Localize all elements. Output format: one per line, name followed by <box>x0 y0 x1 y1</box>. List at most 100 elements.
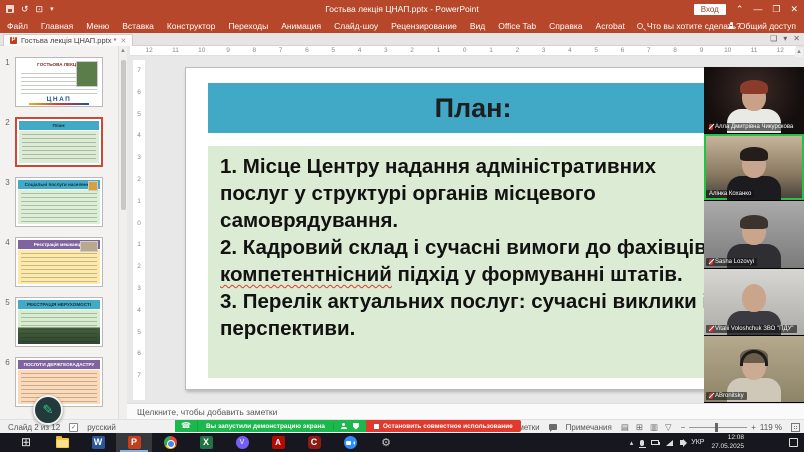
ribbon-display-options-icon[interactable]: ⌃ <box>736 4 744 15</box>
stop-share-button[interactable]: Остановить совместное использование <box>366 420 521 432</box>
ribbon-tab[interactable]: Анимация <box>281 21 321 31</box>
scroll-up-icon[interactable]: ▲ <box>119 46 127 54</box>
close-button[interactable]: ✕ <box>790 4 798 15</box>
video-tile[interactable]: Vitalii Voloshchuk ЗВО "ПДУ" <box>704 269 804 336</box>
quick-access-toolbar: ↺ ⊡ ▾ <box>0 4 54 15</box>
slide-thumbnail-5[interactable]: 5 РЕЄСТРАЦІЯ НЕРУХОМОСТІ <box>0 297 118 347</box>
slide-text-line: перспективи. <box>220 315 738 342</box>
undo-icon[interactable]: ↺ <box>21 4 29 15</box>
slide-title-banner[interactable]: План: <box>208 83 738 133</box>
slide-number: 1 <box>0 57 15 107</box>
network-icon[interactable] <box>666 440 673 446</box>
start-slideshow-icon[interactable]: ⊡ <box>36 4 44 15</box>
chrome-icon[interactable] <box>152 433 188 452</box>
viber-icon[interactable]: V <box>224 433 260 452</box>
ribbon-tab[interactable]: Главная <box>41 21 73 31</box>
speaker-icon[interactable] <box>680 440 684 445</box>
pen-icon: ✎ <box>43 402 54 418</box>
participants-icon[interactable] <box>341 423 347 429</box>
ribbon-tab[interactable]: Рецензирование <box>391 21 457 31</box>
slide-text-line: самоврядування. <box>220 207 738 234</box>
video-tile[interactable]: Алла Дмитрівна Чикурскова <box>704 67 804 134</box>
close-all-tabs-icon[interactable]: ✕ <box>793 34 800 43</box>
zoom-in-icon[interactable]: + <box>751 423 756 432</box>
participant-name-tag: Vitalii Voloshchuk ЗВО "ПДУ" <box>706 325 797 333</box>
save-icon[interactable] <box>6 5 14 13</box>
screen-share-bar: ☎ Вы запустили демонстрацию экрана Остан… <box>175 420 521 432</box>
qat-more-icon[interactable]: ▾ <box>50 5 54 13</box>
annotation-tool-button[interactable]: ✎ <box>33 395 63 425</box>
acrobat-icon[interactable]: A <box>260 433 296 452</box>
slide-thumbnail-4[interactable]: 4 Реєстрація мешканців <box>0 237 118 287</box>
view-mode-icon[interactable]: ⊞ <box>636 422 643 433</box>
settings-icon[interactable]: ⚙ <box>368 433 404 452</box>
clock[interactable]: 12:08 27.05.2025 <box>711 434 744 451</box>
ribbon-tab[interactable]: Файл <box>7 21 28 31</box>
view-mode-icon[interactable]: ▥ <box>650 422 658 433</box>
start-button[interactable]: ⊞ <box>8 433 44 452</box>
comments-toggle[interactable]: Примечания <box>566 423 612 432</box>
share-button[interactable]: Общий доступ <box>728 21 796 31</box>
comodo-icon[interactable]: C <box>296 433 332 452</box>
zoom-slider-thumb[interactable] <box>715 423 718 432</box>
slide-canvas[interactable]: План: 1. Місце Центру надання адміністра… <box>185 67 759 390</box>
slide-thumbnail-2[interactable]: 2 План: <box>0 117 118 167</box>
slide-body-textbox[interactable]: 1. Місце Центру надання адміністративних… <box>208 146 738 378</box>
excel-icon[interactable]: X <box>188 433 224 452</box>
view-mode-icon[interactable]: ▽ <box>665 422 672 433</box>
signin-button[interactable]: Вход <box>694 4 726 15</box>
document-tab[interactable]: P Гостьва лекція ЦНАП.pptx * ✕ <box>3 34 133 46</box>
thumbnail-photo <box>80 241 98 252</box>
document-tab-bar: P Гостьва лекція ЦНАП.pptx * ✕ ❏ ▾ ✕ <box>0 33 804 46</box>
slide-thumbnail-panel: 1 ГОСТЬОВА ЛЕКЦІЯ ЦНАП 2 План: <box>0 46 118 419</box>
notes-input[interactable]: Щелкните, чтобы добавить заметки <box>127 403 804 419</box>
view-mode-icon[interactable]: ▤ <box>621 422 629 433</box>
slide-text-line: компетентнісний підхід у формуванні штат… <box>220 261 738 288</box>
video-tile[interactable]: Sasha Lozovyi <box>704 201 804 268</box>
ribbon-tab[interactable]: Справка <box>549 21 582 31</box>
powerpoint-icon[interactable]: P <box>116 433 152 452</box>
minimize-button[interactable]: — <box>753 4 762 14</box>
slide-title[interactable]: План: <box>435 93 512 124</box>
video-tile[interactable]: ABronitsky <box>704 336 804 403</box>
zoom-slider[interactable] <box>689 427 747 428</box>
thumbnail-scrollbar[interactable]: ▲ <box>118 46 127 419</box>
ribbon-tab[interactable]: Acrobat <box>596 21 625 31</box>
tray-chevron-icon[interactable]: ▴ <box>630 439 634 447</box>
word-icon[interactable]: W <box>80 433 116 452</box>
video-tile[interactable]: Алінка Коханко <box>704 134 804 201</box>
fit-slide-icon[interactable] <box>791 423 800 432</box>
tell-me-search[interactable]: Что вы хотите сделать? <box>637 21 741 31</box>
security-icon[interactable] <box>353 423 359 430</box>
language-switcher[interactable]: УКР <box>691 439 704 446</box>
ribbon-tab[interactable]: Вставка <box>122 21 154 31</box>
phone-icon[interactable]: ☎ <box>175 420 198 432</box>
participant-name-tag: Sasha Lozovyi <box>706 258 757 266</box>
battery-icon[interactable] <box>651 440 659 445</box>
slide-thumbnail-3[interactable]: 3 Соціальні послуги населенню <box>0 177 118 227</box>
spellcheck-icon[interactable]: ✓ <box>69 423 78 432</box>
ribbon-tab[interactable]: Слайд-шоу <box>334 21 378 31</box>
zoom-out-icon[interactable]: − <box>681 423 686 432</box>
ribbon-tab[interactable]: Office Tab <box>498 21 536 31</box>
ribbon-tab[interactable]: Переходы <box>228 21 268 31</box>
language-indicator[interactable]: русский <box>87 423 116 432</box>
zoom-video-panel: Алла Дмитрівна Чикурскова Алінка Коханко <box>704 67 804 403</box>
tray-mic-icon[interactable] <box>640 440 644 446</box>
zoom-app-icon[interactable] <box>332 433 368 452</box>
slide-text-line: 2. Кадровий склад і сучасні вимоги до фа… <box>220 234 738 261</box>
zoom-level[interactable]: 119 % <box>760 423 782 432</box>
file-explorer-icon[interactable] <box>44 433 80 452</box>
slide-thumbnail-1[interactable]: 1 ГОСТЬОВА ЛЕКЦІЯ ЦНАП <box>0 57 118 107</box>
ribbon-tab[interactable]: Вид <box>470 21 485 31</box>
slide-scroll-up-icon[interactable]: ▲ <box>795 48 803 57</box>
ribbon-tab[interactable]: Меню <box>86 21 109 31</box>
action-center-icon[interactable] <box>789 438 798 447</box>
titlebar: ↺ ⊡ ▾ Гостьва лекція ЦНАП.pptx - PowerPo… <box>0 0 804 18</box>
new-tab-icon[interactable]: ❏ <box>770 34 777 43</box>
tab-close-icon[interactable]: ✕ <box>120 37 126 45</box>
restore-button[interactable]: ❐ <box>772 4 780 15</box>
share-message: Вы запустили демонстрацию экрана <box>198 423 333 430</box>
ribbon-tab[interactable]: Конструктор <box>167 21 215 31</box>
tab-menu-icon[interactable]: ▾ <box>783 34 787 43</box>
